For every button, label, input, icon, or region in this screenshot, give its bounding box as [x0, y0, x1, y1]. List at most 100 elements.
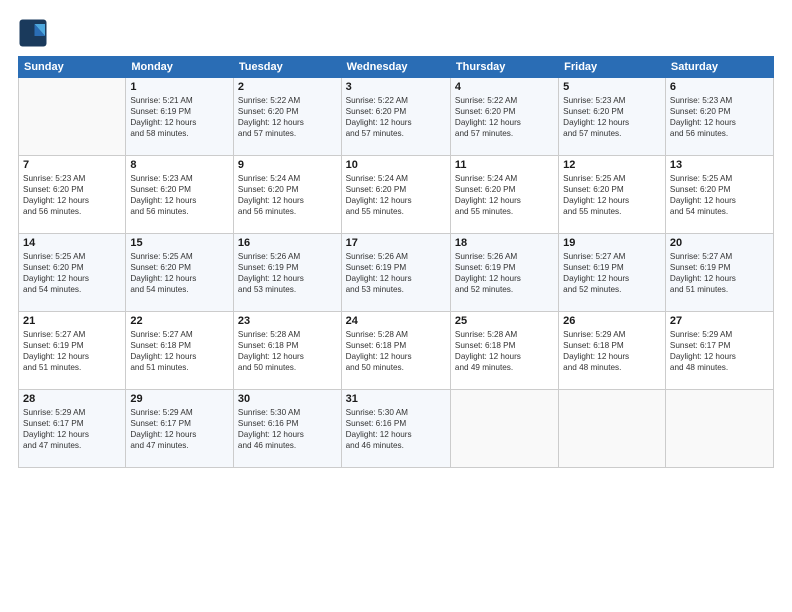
- page-header: [18, 18, 774, 48]
- day-info: Sunrise: 5:22 AM Sunset: 6:20 PM Dayligh…: [238, 95, 337, 139]
- weekday-header: Thursday: [450, 57, 558, 78]
- calendar-cell: 5 Sunrise: 5:23 AM Sunset: 6:20 PM Daylig…: [559, 78, 666, 156]
- day-info: Sunrise: 5:21 AM Sunset: 6:19 PM Dayligh…: [130, 95, 229, 139]
- calendar-cell: 27Sunrise: 5:29 AM Sunset: 6:17 PM Dayli…: [665, 312, 773, 390]
- day-info: Sunrise: 5:27 AM Sunset: 6:18 PM Dayligh…: [130, 329, 229, 373]
- day-info: Sunrise: 5:26 AM Sunset: 6:19 PM Dayligh…: [346, 251, 446, 295]
- calendar-cell: 28 Sunrise: 5:29 AM Sunset: 6:17 PM Dayli…: [19, 390, 126, 468]
- calendar-cell: 23 Sunrise: 5:28 AM Sunset: 6:18 PM Dayli…: [233, 312, 341, 390]
- calendar-cell: 14 Sunrise: 5:25 AM Sunset: 6:20 PM Dayli…: [19, 234, 126, 312]
- day-number: 27: [670, 315, 769, 327]
- day-number: 9: [238, 159, 337, 171]
- calendar-cell: 2 Sunrise: 5:22 AM Sunset: 6:20 PM Daylig…: [233, 78, 341, 156]
- day-info: Sunrise: 5:24 AM Sunset: 6:20 PM Dayligh…: [455, 173, 554, 217]
- calendar-cell: 20 Sunrise: 5:27 AM Sunset: 6:19 PM Dayli…: [665, 234, 773, 312]
- calendar-cell: 4Sunrise: 5:22 AM Sunset: 6:20 PM Daylig…: [450, 78, 558, 156]
- calendar-cell: 3 Sunrise: 5:22 AM Sunset: 6:20 PM Daylig…: [341, 78, 450, 156]
- calendar-week-row: 21 Sunrise: 5:27 AM Sunset: 6:19 PM Dayli…: [19, 312, 774, 390]
- calendar-cell: [19, 78, 126, 156]
- day-info: Sunrise: 5:28 AM Sunset: 6:18 PM Dayligh…: [455, 329, 554, 373]
- logo-icon: [18, 18, 48, 48]
- calendar-cell: 25 Sunrise: 5:28 AM Sunset: 6:18 PM Dayli…: [450, 312, 558, 390]
- day-number: 26: [563, 315, 661, 327]
- calendar-cell: 18 Sunrise: 5:26 AM Sunset: 6:19 PM Dayli…: [450, 234, 558, 312]
- day-number: 2: [238, 81, 337, 93]
- day-number: 19: [563, 237, 661, 249]
- calendar-cell: 9Sunrise: 5:24 AM Sunset: 6:20 PM Daylig…: [233, 156, 341, 234]
- day-info: Sunrise: 5:26 AM Sunset: 6:19 PM Dayligh…: [455, 251, 554, 295]
- calendar-cell: 6 Sunrise: 5:23 AM Sunset: 6:20 PM Daylig…: [665, 78, 773, 156]
- day-number: 6: [670, 81, 769, 93]
- calendar-cell: 29 Sunrise: 5:29 AM Sunset: 6:17 PM Dayli…: [126, 390, 234, 468]
- day-info: Sunrise: 5:30 AM Sunset: 6:16 PM Dayligh…: [238, 407, 337, 451]
- day-number: 12: [563, 159, 661, 171]
- day-info: Sunrise: 5:29 AM Sunset: 6:18 PM Dayligh…: [563, 329, 661, 373]
- calendar-cell: 26 Sunrise: 5:29 AM Sunset: 6:18 PM Dayli…: [559, 312, 666, 390]
- day-number: 13: [670, 159, 769, 171]
- calendar-cell: 16 Sunrise: 5:26 AM Sunset: 6:19 PM Dayli…: [233, 234, 341, 312]
- calendar-cell: 12Sunrise: 5:25 AM Sunset: 6:20 PM Dayli…: [559, 156, 666, 234]
- day-number: 25: [455, 315, 554, 327]
- calendar-cell: 31Sunrise: 5:30 AM Sunset: 6:16 PM Dayli…: [341, 390, 450, 468]
- day-number: 17: [346, 237, 446, 249]
- day-info: Sunrise: 5:27 AM Sunset: 6:19 PM Dayligh…: [23, 329, 121, 373]
- day-info: Sunrise: 5:27 AM Sunset: 6:19 PM Dayligh…: [670, 251, 769, 295]
- day-info: Sunrise: 5:22 AM Sunset: 6:20 PM Dayligh…: [346, 95, 446, 139]
- day-number: 15: [130, 237, 229, 249]
- logo: [18, 18, 52, 48]
- calendar-cell: 10Sunrise: 5:24 AM Sunset: 6:20 PM Dayli…: [341, 156, 450, 234]
- day-info: Sunrise: 5:29 AM Sunset: 6:17 PM Dayligh…: [130, 407, 229, 451]
- day-number: 16: [238, 237, 337, 249]
- day-info: Sunrise: 5:23 AM Sunset: 6:20 PM Dayligh…: [670, 95, 769, 139]
- calendar-cell: 22Sunrise: 5:27 AM Sunset: 6:18 PM Dayli…: [126, 312, 234, 390]
- day-number: 23: [238, 315, 337, 327]
- day-info: Sunrise: 5:30 AM Sunset: 6:16 PM Dayligh…: [346, 407, 446, 451]
- calendar-cell: 11 Sunrise: 5:24 AM Sunset: 6:20 PM Dayli…: [450, 156, 558, 234]
- day-info: Sunrise: 5:27 AM Sunset: 6:19 PM Dayligh…: [563, 251, 661, 295]
- day-number: 11: [455, 159, 554, 171]
- calendar-cell: 30 Sunrise: 5:30 AM Sunset: 6:16 PM Dayli…: [233, 390, 341, 468]
- day-number: 20: [670, 237, 769, 249]
- weekday-header: Saturday: [665, 57, 773, 78]
- day-info: Sunrise: 5:22 AM Sunset: 6:20 PM Dayligh…: [455, 95, 554, 139]
- weekday-header: Sunday: [19, 57, 126, 78]
- day-info: Sunrise: 5:23 AM Sunset: 6:20 PM Dayligh…: [130, 173, 229, 217]
- calendar-cell: [665, 390, 773, 468]
- day-number: 30: [238, 393, 337, 405]
- calendar-cell: 24 Sunrise: 5:28 AM Sunset: 6:18 PM Dayli…: [341, 312, 450, 390]
- day-info: Sunrise: 5:28 AM Sunset: 6:18 PM Dayligh…: [238, 329, 337, 373]
- day-number: 1: [130, 81, 229, 93]
- day-number: 28: [23, 393, 121, 405]
- calendar-cell: 21 Sunrise: 5:27 AM Sunset: 6:19 PM Dayli…: [19, 312, 126, 390]
- calendar-table: SundayMondayTuesdayWednesdayThursdayFrid…: [18, 56, 774, 468]
- day-info: Sunrise: 5:29 AM Sunset: 6:17 PM Dayligh…: [23, 407, 121, 451]
- day-number: 5: [563, 81, 661, 93]
- day-number: 14: [23, 237, 121, 249]
- day-info: Sunrise: 5:23 AM Sunset: 6:20 PM Dayligh…: [23, 173, 121, 217]
- day-number: 7: [23, 159, 121, 171]
- calendar-cell: 15 Sunrise: 5:25 AM Sunset: 6:20 PM Dayli…: [126, 234, 234, 312]
- day-number: 18: [455, 237, 554, 249]
- weekday-header-row: SundayMondayTuesdayWednesdayThursdayFrid…: [19, 57, 774, 78]
- calendar-week-row: 28 Sunrise: 5:29 AM Sunset: 6:17 PM Dayli…: [19, 390, 774, 468]
- day-number: 29: [130, 393, 229, 405]
- day-info: Sunrise: 5:23 AM Sunset: 6:20 PM Dayligh…: [563, 95, 661, 139]
- calendar-cell: [559, 390, 666, 468]
- calendar-week-row: 14 Sunrise: 5:25 AM Sunset: 6:20 PM Dayli…: [19, 234, 774, 312]
- calendar-cell: 1 Sunrise: 5:21 AM Sunset: 6:19 PM Daylig…: [126, 78, 234, 156]
- calendar-cell: 17 Sunrise: 5:26 AM Sunset: 6:19 PM Dayli…: [341, 234, 450, 312]
- day-info: Sunrise: 5:25 AM Sunset: 6:20 PM Dayligh…: [130, 251, 229, 295]
- weekday-header: Monday: [126, 57, 234, 78]
- day-number: 3: [346, 81, 446, 93]
- calendar-cell: 7 Sunrise: 5:23 AM Sunset: 6:20 PM Daylig…: [19, 156, 126, 234]
- calendar-cell: 19 Sunrise: 5:27 AM Sunset: 6:19 PM Dayli…: [559, 234, 666, 312]
- day-number: 24: [346, 315, 446, 327]
- calendar-week-row: 7 Sunrise: 5:23 AM Sunset: 6:20 PM Daylig…: [19, 156, 774, 234]
- day-info: Sunrise: 5:28 AM Sunset: 6:18 PM Dayligh…: [346, 329, 446, 373]
- day-info: Sunrise: 5:25 AM Sunset: 6:20 PM Dayligh…: [23, 251, 121, 295]
- day-number: 10: [346, 159, 446, 171]
- day-number: 21: [23, 315, 121, 327]
- day-info: Sunrise: 5:26 AM Sunset: 6:19 PM Dayligh…: [238, 251, 337, 295]
- day-number: 8: [130, 159, 229, 171]
- calendar-cell: 8 Sunrise: 5:23 AM Sunset: 6:20 PM Daylig…: [126, 156, 234, 234]
